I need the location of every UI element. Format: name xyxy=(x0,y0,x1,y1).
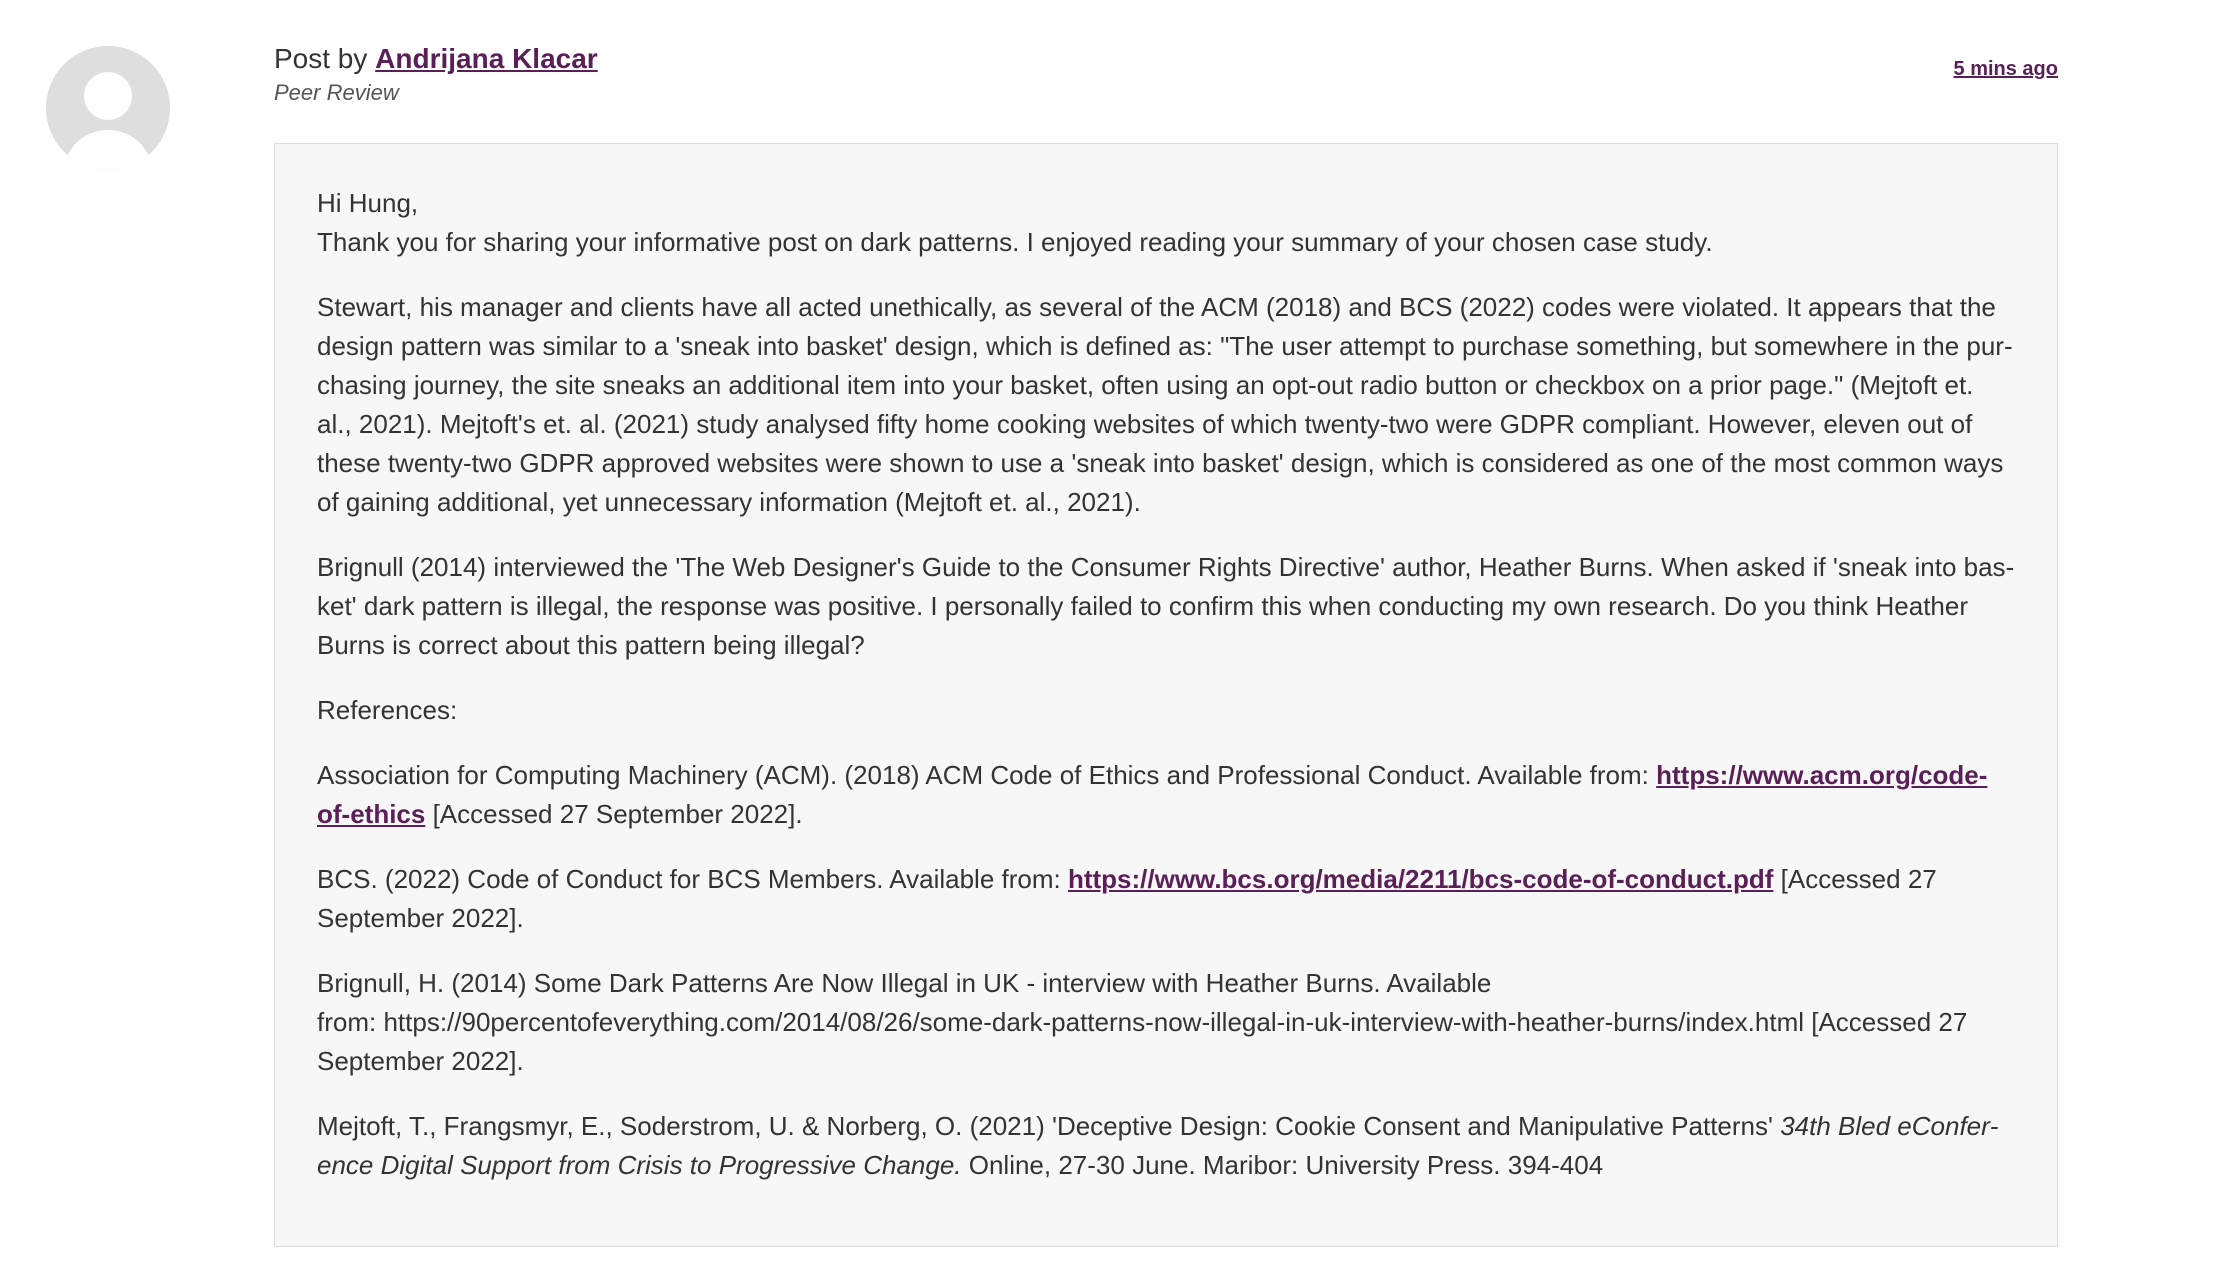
reference-brignull-line2: from: https://90percentofeverything.com/… xyxy=(317,1007,1968,1076)
reference-acm-accessed: [Accessed 27 September 2022]. xyxy=(425,799,803,829)
reference-mejtoft-text: Mejtoft, T., Frangsmyr, E., Soderstrom, … xyxy=(317,1111,1781,1141)
references-heading: References: xyxy=(317,695,458,725)
post-time-link[interactable]: 5 mins ago xyxy=(1954,58,2058,81)
post-by-prefix: Post by xyxy=(274,43,376,74)
reference-mejtoft-details: Online, 27-30 June. Maribor: University … xyxy=(961,1150,1604,1180)
avatar xyxy=(46,46,170,170)
reference-brignull: Brignull, H. (2014) Some Dark Patterns A… xyxy=(317,964,2015,1081)
post-header: Post by Andrijana Klacar Peer Review 5 m… xyxy=(274,40,2058,110)
author-link[interactable]: Andrijana Klacar xyxy=(375,43,598,74)
paragraph-analysis: Stewart, his manager and clients have al… xyxy=(317,292,2013,517)
reference-acm-text: Association for Computing Machinery (ACM… xyxy=(317,760,1657,790)
reference-bcs-text: BCS. (2022) Code of Conduct for BCS Memb… xyxy=(317,864,1068,894)
post-role: Peer Review xyxy=(274,80,399,105)
greeting: Hi Hung, xyxy=(317,188,419,218)
reference-bcs-link[interactable]: https://www.bcs.org/media/2211/bcs-code-… xyxy=(1068,864,1773,894)
reference-brignull-line1: Brignull, H. (2014) Some Dark Patterns A… xyxy=(317,968,1492,998)
post-content: Hi Hung, Thank you for sharing your info… xyxy=(274,143,2058,1247)
reference-mejtoft: Mejtoft, T., Frangsmyr, E., Soderstrom, … xyxy=(317,1107,2015,1185)
user-silhouette-icon xyxy=(46,46,170,170)
paragraph-question: Brignull (2014) interviewed the 'The Web… xyxy=(317,552,2015,660)
reference-bcs: BCS. (2022) Code of Conduct for BCS Memb… xyxy=(317,860,2015,938)
reference-acm: Association for Computing Machinery (ACM… xyxy=(317,756,2015,834)
post-byline: Post by Andrijana Klacar xyxy=(274,40,2058,78)
intro-paragraph: Thank you for sharing your informative p… xyxy=(317,227,1713,257)
